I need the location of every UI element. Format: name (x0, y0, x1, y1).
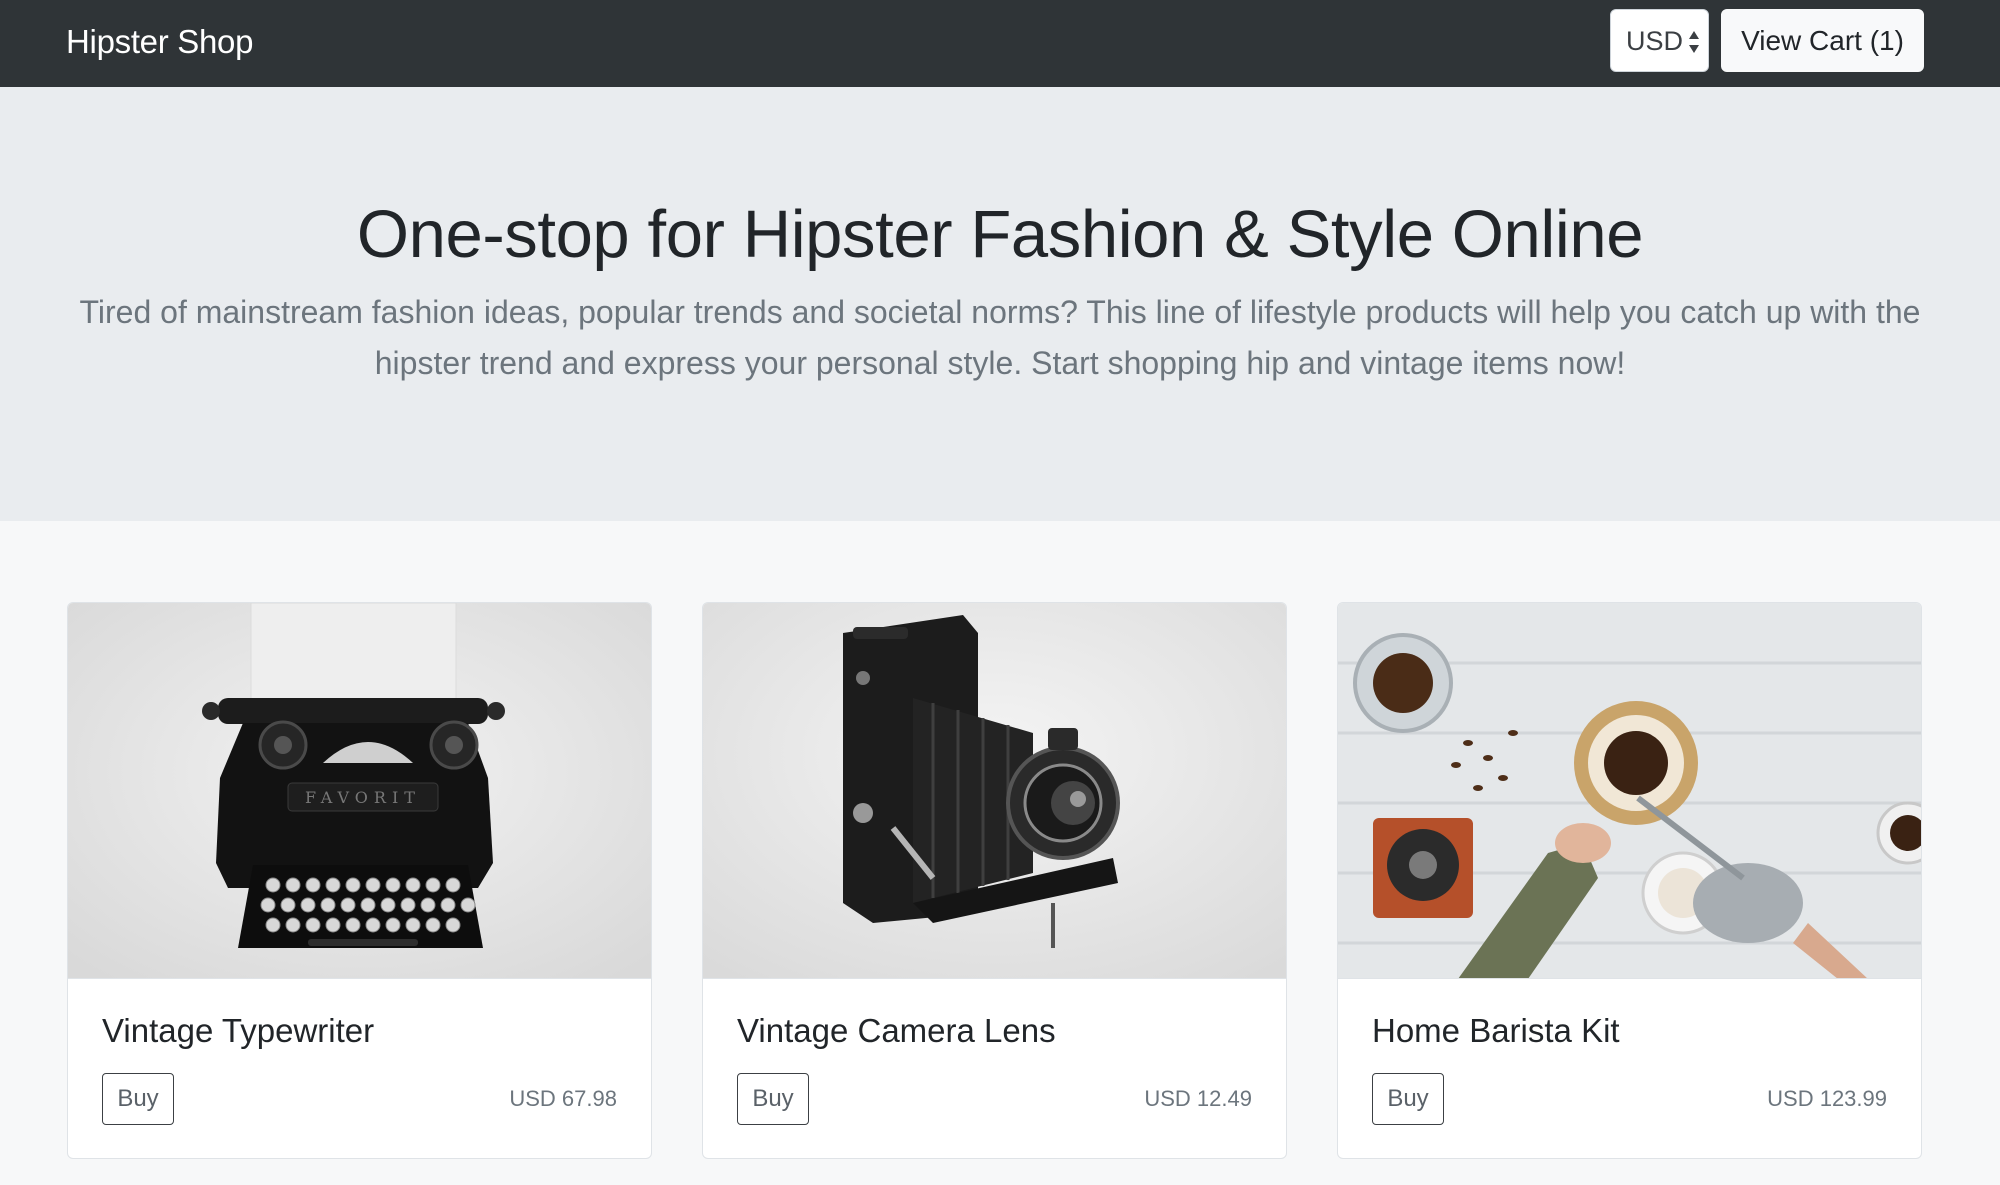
product-card: FAVORIT Vintage Typewriter Buy USD 67.98 (67, 602, 652, 1159)
brand-logo-link[interactable]: Hipster Shop (66, 22, 253, 62)
product-name[interactable]: Vintage Typewriter (102, 1011, 374, 1051)
top-navbar: Hipster Shop USD View Cart (1) (0, 0, 2000, 87)
view-cart-button[interactable]: View Cart (1) (1721, 9, 1924, 72)
hero-lead-text: Tired of mainstream fashion ideas, popul… (79, 294, 1921, 381)
hero-banner: One-stop for Hipster Fashion & Style Onl… (0, 87, 2000, 521)
select-updown-icon (1689, 31, 1699, 53)
product-price: USD 12.49 (1144, 1086, 1252, 1111)
product-name[interactable]: Vintage Camera Lens (737, 1011, 1056, 1051)
svg-text:FAVORIT: FAVORIT (305, 788, 421, 807)
barista-kit-image[interactable] (1338, 603, 1921, 979)
typewriter-image[interactable]: FAVORIT (68, 603, 651, 979)
product-price: USD 67.98 (509, 1086, 617, 1111)
product-card: Home Barista Kit Buy USD 123.99 (1337, 602, 1922, 1159)
buy-button[interactable]: Buy (1372, 1073, 1444, 1125)
buy-button[interactable]: Buy (102, 1073, 174, 1125)
product-price: USD 123.99 (1767, 1086, 1887, 1111)
buy-button[interactable]: Buy (737, 1073, 809, 1125)
currency-select[interactable]: USD (1610, 9, 1709, 72)
product-name[interactable]: Home Barista Kit (1372, 1011, 1620, 1051)
camera-image[interactable] (703, 603, 1286, 979)
hero-title: One-stop for Hipster Fashion & Style Onl… (356, 197, 1644, 272)
currency-selected-value: USD (1626, 26, 1684, 56)
product-card: Vintage Camera Lens Buy USD 12.49 (702, 602, 1287, 1159)
